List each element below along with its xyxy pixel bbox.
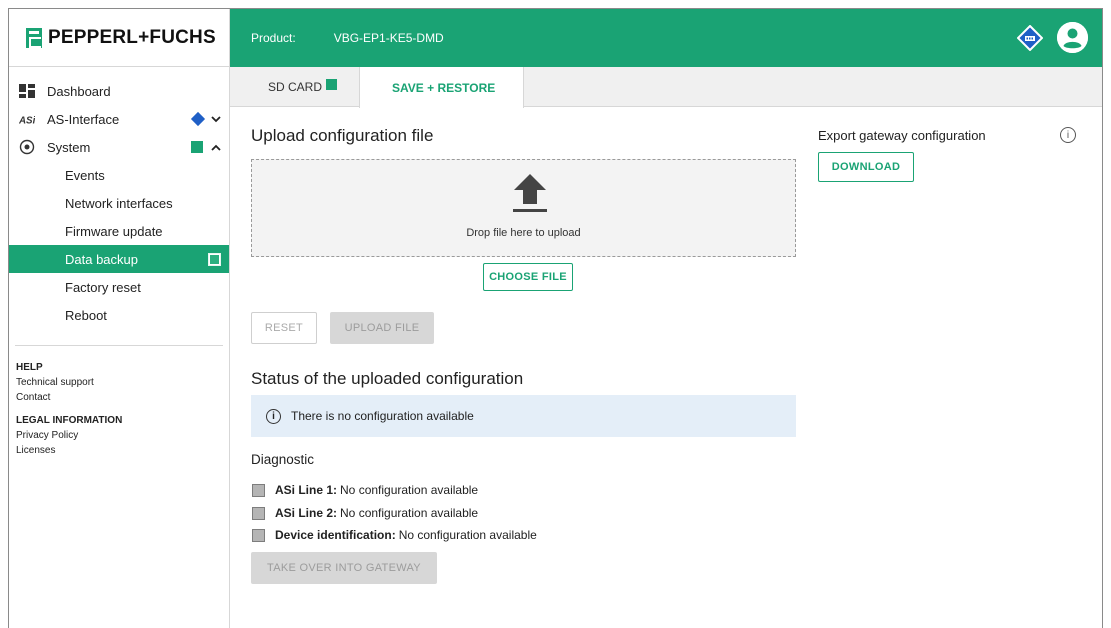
diagnostic-label: Device identification: [275, 528, 396, 542]
sidebar-item-factory-reset[interactable]: Factory reset [9, 273, 229, 301]
chevron-down-icon[interactable] [211, 112, 221, 126]
chevron-up-icon[interactable] [211, 140, 221, 154]
sidebar-item-label: AS-Interface [47, 111, 120, 127]
sidebar-item-as-interface[interactable]: ASi AS-Interface [9, 105, 229, 133]
licenses-link[interactable]: Licenses [16, 445, 229, 456]
sidebar-item-firmware-update[interactable]: Firmware update [9, 217, 229, 245]
product-value: VBG-EP1-KE5-DMD [333, 31, 444, 45]
sidebar-item-network-interfaces[interactable]: Network interfaces [9, 189, 229, 217]
dashboard-icon [19, 83, 35, 99]
tab-bar: SD CARD SAVE + RESTORE [230, 67, 1102, 108]
status-box-icon [252, 506, 265, 520]
sidebar-item-label: Factory reset [65, 279, 141, 295]
sidebar-item-system[interactable]: System [9, 133, 229, 161]
gateway-status-icon[interactable] [1016, 24, 1044, 51]
header-bar: Product: VBG-EP1-KE5-DMD [230, 9, 1102, 67]
status-square-icon [191, 141, 203, 153]
sidebar-item-label: Data backup [65, 251, 138, 267]
diagnostic-value: No configuration available [340, 483, 479, 497]
sidebar-item-label: Reboot [65, 307, 107, 323]
sidebar-item-events[interactable]: Events [9, 161, 229, 189]
diagnostic-label: ASi Line 2: [275, 506, 338, 520]
legal-header: LEGAL INFORMATION [16, 415, 123, 426]
sidebar-item-data-backup[interactable]: Data backup [9, 245, 229, 273]
diagnostic-title: Diagnostic [251, 452, 315, 467]
diagnostic-value: No configuration available [398, 528, 537, 542]
logo[interactable]: PEPPERL+FUCHS [9, 9, 229, 67]
diagnostic-row: ASi Line 2: No configuration available [252, 506, 478, 520]
status-square-icon [208, 252, 221, 266]
help-header: HELP [16, 362, 43, 373]
info-icon[interactable]: i [1060, 127, 1076, 143]
sidebar-footer-links: HELP Technical support Contact LEGAL INF… [9, 346, 229, 456]
info-icon: i [266, 408, 281, 424]
sidebar: PEPPERL+FUCHS Dashboard ASi AS-Interface [9, 9, 230, 628]
diagnostic-value: No configuration available [340, 506, 479, 520]
asi-icon: ASi [19, 111, 35, 127]
status-title: Status of the uploaded configuration [251, 369, 524, 388]
svg-text:ASi: ASi [19, 115, 35, 125]
sidebar-item-label: Firmware update [65, 223, 163, 239]
upload-title: Upload configuration file [251, 126, 434, 145]
status-box-icon [252, 483, 265, 497]
product-label: Product: [251, 31, 296, 45]
reset-button[interactable]: RESET [251, 312, 317, 344]
status-info-text: There is no configuration available [291, 409, 474, 423]
sidebar-item-dashboard[interactable]: Dashboard [9, 77, 229, 105]
choose-file-button[interactable]: CHOOSE FILE [483, 263, 573, 291]
contact-link[interactable]: Contact [16, 392, 229, 403]
upload-arrow-icon [510, 172, 550, 214]
tab-label: SD CARD [268, 80, 323, 94]
take-over-into-gateway-button[interactable]: TAKE OVER INTO GATEWAY [251, 552, 437, 584]
sidebar-item-label: Network interfaces [65, 195, 173, 211]
sidebar-nav: Dashboard ASi AS-Interface System Events… [9, 67, 229, 329]
file-dropzone[interactable]: Drop file here to upload [251, 159, 796, 257]
status-info-box: i There is no configuration available [251, 395, 796, 437]
sidebar-item-label: Events [65, 167, 105, 183]
pepperl-fuchs-logo-icon [26, 27, 42, 48]
privacy-policy-link[interactable]: Privacy Policy [16, 430, 229, 441]
main-content: Upload configuration file Drop file here… [230, 107, 1102, 628]
sidebar-item-reboot[interactable]: Reboot [9, 301, 229, 329]
technical-support-link[interactable]: Technical support [16, 377, 229, 388]
sidebar-item-label: System [47, 139, 91, 155]
tab-sd-card[interactable]: SD CARD [230, 67, 359, 107]
tab-label: SAVE + RESTORE [392, 80, 496, 95]
status-diamond-icon [190, 111, 206, 127]
app-frame: PEPPERL+FUCHS Dashboard ASi AS-Interface [8, 8, 1103, 628]
dropzone-text: Drop file here to upload [466, 227, 581, 239]
sidebar-item-label: Dashboard [47, 83, 111, 99]
status-box-icon [252, 528, 265, 542]
diagnostic-label: ASi Line 1: [275, 483, 338, 497]
status-square-icon [326, 78, 338, 90]
diagnostic-row: ASi Line 1: No configuration available [252, 483, 478, 497]
upload-file-button[interactable]: UPLOAD FILE [330, 312, 434, 344]
user-account-icon[interactable] [1057, 22, 1088, 53]
system-icon [19, 139, 35, 155]
tab-save-restore[interactable]: SAVE + RESTORE [359, 67, 525, 108]
download-button[interactable]: DOWNLOAD [818, 152, 914, 182]
logo-text: PEPPERL+FUCHS [48, 26, 216, 48]
diagnostic-row: Device identification: No configuration … [252, 528, 537, 542]
export-title: Export gateway configuration [818, 128, 986, 143]
